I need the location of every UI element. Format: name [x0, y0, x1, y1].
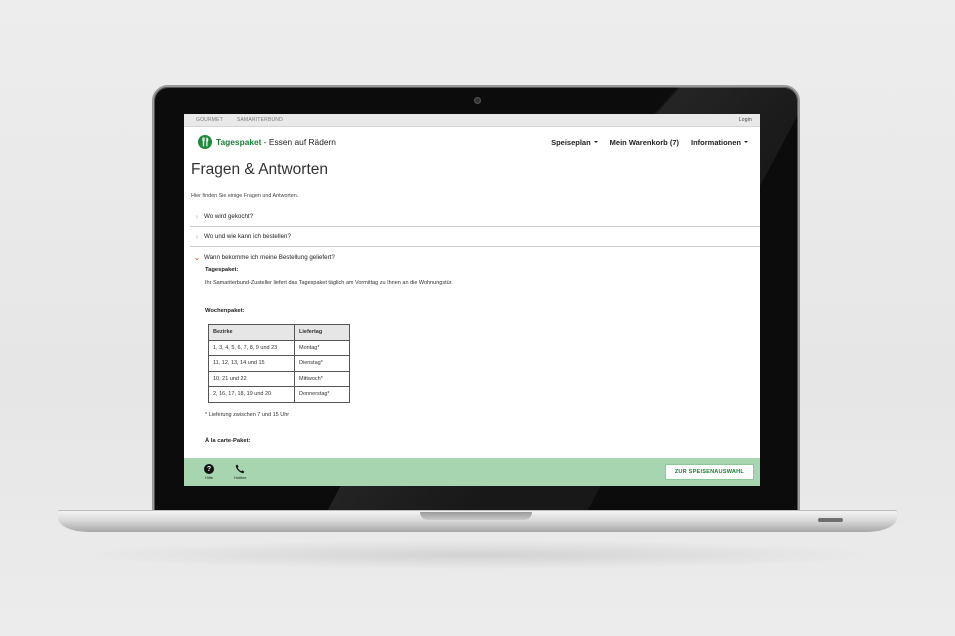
table-header: Bezirke — [208, 324, 295, 341]
brand-tagline: - Essen auf Rädern — [261, 137, 336, 147]
page-intro: Hier finden Sie einige Fragen und Antwor… — [191, 193, 299, 199]
table-cell: 2, 16, 17, 18, 19 und 20 — [208, 386, 295, 403]
table-row: 1, 3, 4, 5, 6, 7, 8, 9 und 23 Montag* — [208, 339, 350, 356]
answer-heading-alacarte: À la carte-Paket: — [205, 437, 251, 444]
chevron-right-icon: › — [195, 212, 199, 221]
table-cell: Dienstag* — [294, 355, 350, 372]
faq-item-bestellen[interactable]: › Wo und wie kann ich bestellen? — [190, 227, 760, 247]
nav-speiseplan-label: Speiseplan — [551, 137, 591, 147]
help-label: Hilfe — [204, 475, 213, 480]
faq-question: Wo und wie kann ich bestellen? — [204, 233, 291, 240]
table-cell: Donnerstag* — [294, 386, 350, 403]
chevron-right-icon: › — [195, 232, 199, 241]
table-row: 2, 16, 17, 18, 19 und 20 Donnerstag* — [208, 386, 350, 403]
table-header-row: Bezirke Liefertag — [208, 324, 350, 341]
answer-heading-tagespaket: Tagespaket: — [205, 267, 239, 273]
table-header: Liefertag — [294, 324, 350, 341]
webcam — [474, 97, 481, 104]
top-utility-bar: GOURMET SAMARITERBUND Login — [184, 114, 760, 127]
faq-answer-lieferung: Tagespaket: Ihr Samariterbund-Zusteller … — [190, 267, 760, 444]
answer-heading-wochenpaket: Wochenpaket: — [205, 308, 245, 314]
faq-list: › Wo wird gekocht? › Wo und wie kann ich… — [190, 207, 760, 444]
laptop-base-notch — [420, 512, 532, 520]
brand-name: Tagespaket — [216, 137, 262, 147]
hotline-button[interactable]: Hotline — [234, 464, 246, 480]
question-mark-icon: ? — [204, 464, 214, 474]
table-cell: 1, 3, 4, 5, 6, 7, 8, 9 und 23 — [208, 339, 295, 356]
main-nav: Speiseplan Mein Warenkorb (7) Informatio… — [551, 138, 748, 147]
caret-down-icon — [744, 141, 748, 143]
browser-screen: GOURMET SAMARITERBUND Login Tagespaket -… — [184, 114, 760, 486]
nav-informationen-label: Informationen — [691, 137, 741, 147]
bottom-action-bar: ? Hilfe Hotline ZUR SPEISENAUSWAHL — [184, 458, 760, 486]
faq-item-gekocht[interactable]: › Wo wird gekocht? — [190, 207, 760, 227]
table-row: 10, 21 und 22 Mittwoch* — [208, 370, 350, 387]
faq-question: Wann bekomme ich meine Bestellung gelief… — [204, 253, 335, 261]
hotline-label: Hotline — [234, 475, 247, 480]
fork-knife-icon — [198, 135, 212, 149]
laptop-base-slot — [818, 518, 843, 522]
table-cell: 11, 12, 13, 14 und 15 — [208, 355, 295, 372]
phone-icon — [235, 464, 245, 474]
delivery-table: Bezirke Liefertag 1, 3, 4, 5, 6, 7, 8, 9… — [208, 324, 350, 403]
table-cell: Mittwoch* — [294, 370, 350, 387]
faq-item-lieferung[interactable]: ⌄ Wann bekomme ich meine Bestellung geli… — [190, 247, 760, 267]
nav-speiseplan[interactable]: Speiseplan — [551, 138, 598, 147]
table-cell: 10, 21 und 22 — [208, 370, 295, 387]
delivery-footnote: * Lieferung zwischen 7 und 15 Uhr — [205, 411, 290, 418]
caret-down-icon — [593, 141, 598, 143]
page-title: Fragen & Antworten — [191, 161, 328, 178]
table-row: 11, 12, 13, 14 und 15 Dienstag* — [208, 355, 350, 372]
answer-text-tagespaket: Ihr Samariterbund-Zusteller liefert das … — [205, 280, 453, 286]
chevron-down-icon: ⌄ — [193, 252, 201, 262]
login-link[interactable]: Login — [739, 117, 752, 123]
nav-warenkorb[interactable]: Mein Warenkorb (7) — [610, 138, 679, 147]
faq-question: Wo wird gekocht? — [204, 213, 254, 220]
main-navbar: Tagespaket - Essen auf Rädern Speiseplan… — [184, 127, 760, 157]
nav-warenkorb-label: Mein Warenkorb (7) — [609, 137, 679, 147]
quick-links: ? Hilfe Hotline — [204, 464, 246, 480]
laptop-shadow — [70, 540, 885, 570]
zur-speisenauswahl-button[interactable]: ZUR SPEISENAUSWAHL — [664, 464, 754, 480]
brand[interactable]: Tagespaket - Essen auf Rädern — [198, 135, 336, 149]
topbar-link-samariterbund[interactable]: SAMARITERBUND — [237, 117, 283, 123]
table-cell: Montag* — [294, 339, 350, 356]
help-button[interactable]: ? Hilfe — [204, 464, 214, 480]
nav-informationen[interactable]: Informationen — [691, 138, 748, 147]
topbar-link-gourmet[interactable]: GOURMET — [196, 117, 223, 123]
